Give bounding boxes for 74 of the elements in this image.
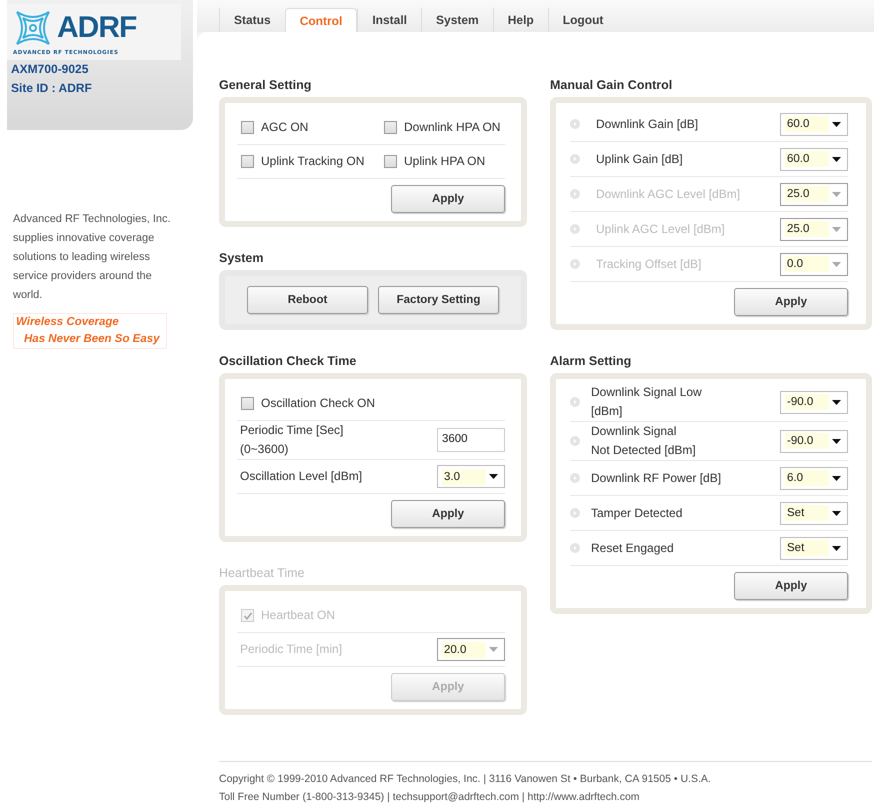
apply-button[interactable]: Apply [391, 185, 505, 213]
dropdown[interactable]: 6.0 [780, 466, 848, 490]
field-label: Downlink RF Power [dB] [590, 470, 722, 486]
dropdown[interactable]: Set [780, 536, 848, 560]
field-label: Reset Engaged [590, 540, 675, 556]
dropdown[interactable]: -90.0 [780, 390, 848, 414]
caret-icon [832, 476, 841, 480]
bullet-icon [570, 224, 580, 234]
dropdown[interactable]: Set [780, 502, 848, 524]
checkbox[interactable] [384, 155, 397, 168]
checkbox-label: Uplink Tracking ON [261, 153, 364, 170]
checkbox[interactable] [241, 155, 254, 168]
caret-icon [832, 400, 841, 404]
bullet-icon [570, 259, 580, 269]
caret-icon [489, 474, 498, 479]
caret-icon [832, 546, 841, 550]
apply-button[interactable]: Apply [734, 572, 848, 600]
slogan-banner: Wireless Coverage Has Never Been So Easy [13, 313, 167, 349]
footer-text: Toll Free Number (1-800-313-9345) | techsupport@adrftech.com | http://www.adrftech.com [219, 790, 641, 805]
section-title: Oscillation Check Time [219, 354, 358, 368]
field-label: Tamper Detected [590, 504, 684, 522]
bullet-icon [570, 543, 580, 553]
system-button[interactable]: Factory Setting [378, 286, 499, 314]
bullet-icon [570, 508, 580, 518]
dropdown[interactable]: 60.0 [780, 112, 848, 136]
section-title: Alarm Setting [550, 354, 632, 368]
field-label: Downlink Gain [dB] [595, 116, 700, 132]
bullet-icon [570, 397, 580, 407]
field-label: Periodic Time [min] [239, 641, 342, 658]
caret-icon [832, 156, 841, 162]
caret-icon [832, 510, 841, 516]
caret-icon [832, 262, 841, 266]
checkbox-label: Uplink HPA ON [404, 153, 486, 170]
bullet-icon [570, 154, 580, 164]
field-label: Downlink Signal Not Detected [dBm] [590, 423, 697, 459]
input-field[interactable]: 3600 [437, 428, 505, 452]
system-button[interactable]: Reboot [247, 286, 368, 314]
checkbox[interactable] [241, 121, 254, 134]
field-label: Oscillation Level [dBm] [239, 468, 362, 485]
dropdown[interactable]: 3.0 [437, 465, 505, 488]
caret-icon [832, 192, 841, 196]
field-label: Tracking Offset [dB] [595, 256, 702, 272]
caret-icon [832, 122, 841, 126]
checkbox-label: AGC ON [261, 119, 308, 136]
checkbox[interactable] [241, 397, 254, 410]
bullet-icon [570, 436, 580, 446]
dropdown[interactable]: -90.0 [780, 430, 848, 452]
apply-button[interactable]: Apply [734, 288, 848, 316]
bullet-icon [570, 119, 580, 129]
device-model: AXM700-9025 [10, 61, 90, 78]
caret-icon [489, 647, 498, 652]
footer-text: Copyright © 1999-2010 Advanced RF Technologies, Inc. | 3116 Vanowen St • Burbank, CA 91505 • U.S.A. [219, 772, 712, 787]
field-label: Periodic Time [Sec] (0~3600) [239, 422, 344, 458]
site-id: Site ID : ADRF [10, 80, 93, 97]
section-title: Manual Gain Control [550, 78, 674, 92]
logo-text: ADRF [57, 11, 138, 45]
bullet-icon [570, 189, 580, 199]
checkbox-label: Downlink HPA ON [404, 119, 500, 136]
section-title: System [219, 251, 264, 265]
checkbox-label: Heartbeat ON [261, 607, 336, 624]
dropdown[interactable]: 60.0 [780, 148, 848, 170]
section-title: Heartbeat Time [219, 566, 306, 580]
company-description: Advanced RF Technologies, Inc. supplies innovative coverage solutions to leading wireless service providers around the world. [13, 212, 172, 303]
caret-icon [832, 226, 841, 232]
checkbox[interactable] [384, 121, 397, 134]
field-label: Uplink Gain [dB] [595, 150, 684, 168]
bullet-icon [570, 473, 580, 483]
field-label: Downlink AGC Level [dBm] [595, 186, 742, 202]
section-title: General Setting [219, 78, 312, 92]
field-label: Uplink AGC Level [dBm] [595, 220, 726, 238]
checkbox-label: Oscillation Check ON [261, 395, 376, 412]
caret-icon [832, 438, 841, 444]
field-label: Downlink Signal Low [dBm] [590, 384, 703, 420]
apply-button[interactable]: Apply [391, 500, 505, 528]
